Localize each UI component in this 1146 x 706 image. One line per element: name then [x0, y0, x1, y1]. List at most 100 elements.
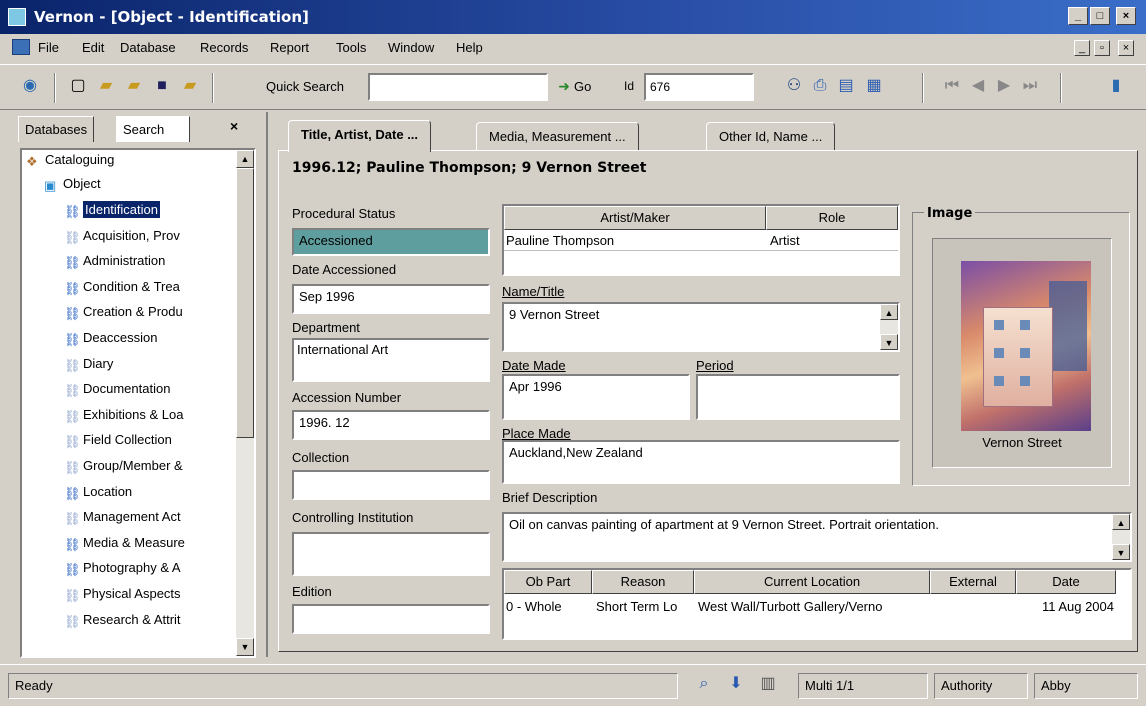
current-location-header[interactable]: Current Location [694, 570, 930, 594]
new-document-icon[interactable]: ▢ [66, 75, 90, 99]
sidebar-item-exhibitions-loa[interactable]: ⛓ Exhibitions & Loa [64, 405, 183, 425]
description-scrollbar[interactable]: ▲ ▼ [1112, 514, 1130, 560]
role-cell[interactable]: Artist [770, 232, 898, 250]
sidebar-item-group-member[interactable]: ⛓ Group/Member & [64, 456, 183, 476]
name-title-scrollbar[interactable]: ▲ ▼ [880, 304, 898, 350]
artist-grid[interactable]: Artist/Maker Role Pauline Thompson Artis… [502, 204, 900, 276]
ob-part-header[interactable]: Ob Part [504, 570, 592, 594]
sidebar-item-field-collection[interactable]: ⛓ Field Collection [64, 430, 172, 450]
tab-databases[interactable]: Databases [18, 116, 95, 142]
sidebar-item-acquisition-prov[interactable]: ⛓ Acquisition, Prov [64, 226, 180, 246]
open-multiple-icon[interactable]: ▰ [122, 75, 146, 99]
tab-search[interactable]: Search [116, 116, 190, 142]
period-field[interactable] [696, 374, 900, 420]
image-frame[interactable]: Vernon Street [932, 238, 1112, 468]
sidebar-item-photography-a[interactable]: ⛓ Photography & A [64, 558, 181, 578]
sidebar-item-identification[interactable]: ⛓ Identification [64, 200, 160, 220]
save-icon[interactable]: ■ [150, 75, 174, 99]
sidebar-item-creation-produ[interactable]: ⛓ Creation & Produ [64, 302, 183, 322]
current-location-cell[interactable]: West Wall/Turbott Gallery/Verno [698, 598, 928, 616]
previous-record-icon[interactable]: ◀ [966, 75, 990, 99]
scroll-up-icon[interactable]: ▲ [236, 150, 254, 168]
table-icon[interactable]: ▤ [834, 75, 858, 99]
reason-cell[interactable]: Short Term Lo [596, 598, 694, 616]
controlling-institution-field[interactable] [292, 532, 490, 576]
role-header[interactable]: Role [766, 206, 898, 230]
tree-node-object[interactable]: ▣ Object [44, 174, 101, 194]
tree-scrollbar[interactable]: ▲ ▼ [236, 150, 254, 656]
sidebar-item-research-attrit[interactable]: ⛓ Research & Attrit [64, 610, 181, 630]
scroll-down-icon[interactable]: ▼ [880, 334, 898, 350]
name-title-field[interactable]: 9 Vernon Street ▲ ▼ [502, 302, 900, 352]
sidebar-item-physical-aspects[interactable]: ⛓ Physical Aspects [64, 584, 181, 604]
quick-search-input[interactable] [368, 73, 548, 101]
sidebar-item-management-act[interactable]: ⛓ Management Act [64, 507, 181, 527]
open-folder-icon[interactable]: ▰ [94, 75, 118, 99]
external-header[interactable]: External [930, 570, 1016, 594]
minimize-button[interactable]: _ [1068, 7, 1088, 25]
id-input[interactable]: 676 [644, 73, 754, 101]
binoculars-icon[interactable]: ⚇ [782, 75, 806, 99]
menu-window[interactable]: Window [388, 40, 434, 55]
maximize-button[interactable]: □ [1090, 7, 1110, 25]
child-close-button[interactable]: × [1118, 40, 1134, 56]
sidebar-item-diary[interactable]: ⛓ Diary [64, 354, 113, 374]
preview-icon[interactable]: ⌕ [692, 673, 716, 697]
date-cell[interactable]: 11 Aug 2004 [1020, 598, 1114, 616]
exit-icon[interactable]: ▮ [1104, 75, 1128, 99]
child-restore-button[interactable]: ▫ [1094, 40, 1110, 56]
scroll-down-icon[interactable]: ▼ [236, 638, 254, 656]
place-made-field[interactable]: Auckland,New Zealand [502, 440, 900, 484]
ob-part-cell[interactable]: 0 - Whole [506, 598, 592, 616]
database-icon[interactable]: ▦ [862, 75, 886, 99]
sidebar-item-deaccession[interactable]: ⛓ Deaccession [64, 328, 157, 348]
menu-edit[interactable]: Edit [82, 40, 104, 55]
menu-records[interactable]: Records [200, 40, 248, 55]
next-record-icon[interactable]: ▶ [992, 75, 1016, 99]
tree-node-cataloguing[interactable]: ❖ Cataloguing [26, 150, 114, 170]
artist-maker-header[interactable]: Artist/Maker [504, 206, 766, 230]
scroll-thumb[interactable] [236, 168, 254, 438]
procedural-status-field[interactable]: Accessioned [292, 228, 490, 256]
accession-number-field[interactable]: 1996. 12 [292, 410, 490, 440]
go-button[interactable]: Go [574, 79, 591, 94]
tab-title-artist-date[interactable]: Title, Artist, Date ... [288, 120, 432, 152]
tab-media-measurement[interactable]: Media, Measurement ... [476, 122, 639, 150]
sidebar-item-administration[interactable]: ⛓ Administration [64, 251, 165, 271]
scroll-down-icon[interactable]: ▼ [1112, 544, 1130, 560]
menu-file[interactable]: File [38, 40, 59, 55]
menu-tools[interactable]: Tools [336, 40, 366, 55]
last-record-icon[interactable]: ⏭ [1018, 75, 1042, 99]
print-preview-icon[interactable]: ⎙ [808, 75, 832, 99]
edition-field[interactable] [292, 604, 490, 634]
panel-close-icon[interactable]: × [230, 118, 238, 134]
date-header[interactable]: Date [1016, 570, 1116, 594]
menu-report[interactable]: Report [270, 40, 309, 55]
document-window-icon[interactable] [12, 39, 30, 55]
child-minimize-button[interactable]: _ [1074, 40, 1090, 56]
date-made-field[interactable]: Apr 1996 [502, 374, 690, 420]
date-accessioned-field[interactable]: Sep 1996 [292, 284, 490, 314]
brief-description-field[interactable]: Oil on canvas painting of apartment at 9… [502, 512, 1132, 562]
notes-icon[interactable]: ▥ [756, 673, 780, 697]
download-icon[interactable]: ⬇ [724, 673, 748, 697]
go-arrow-icon[interactable]: ➜ [552, 75, 576, 99]
scroll-up-icon[interactable]: ▲ [1112, 514, 1130, 530]
tab-other-id-name[interactable]: Other Id, Name ... [706, 122, 836, 150]
sidebar-item-location[interactable]: ⛓ Location [64, 482, 132, 502]
menu-help[interactable]: Help [456, 40, 483, 55]
export-icon[interactable]: ▰ [178, 75, 202, 99]
collection-field[interactable] [292, 470, 490, 500]
artwork-thumbnail[interactable] [961, 261, 1091, 431]
menu-database[interactable]: Database [120, 40, 176, 55]
department-field[interactable]: International Art [292, 338, 490, 382]
location-grid[interactable]: Ob Part Reason Current Location External… [502, 568, 1132, 640]
app-logo-icon[interactable]: ◉ [18, 75, 42, 99]
scroll-up-icon[interactable]: ▲ [880, 304, 898, 320]
sidebar-item-condition-trea[interactable]: ⛓ Condition & Trea [64, 277, 180, 297]
sidebar-item-media-measure[interactable]: ⛓ Media & Measure [64, 533, 185, 553]
sidebar-item-documentation[interactable]: ⛓ Documentation [64, 379, 170, 399]
reason-header[interactable]: Reason [592, 570, 694, 594]
artist-cell[interactable]: Pauline Thompson [506, 232, 764, 250]
first-record-icon[interactable]: ⏮ [940, 75, 964, 99]
